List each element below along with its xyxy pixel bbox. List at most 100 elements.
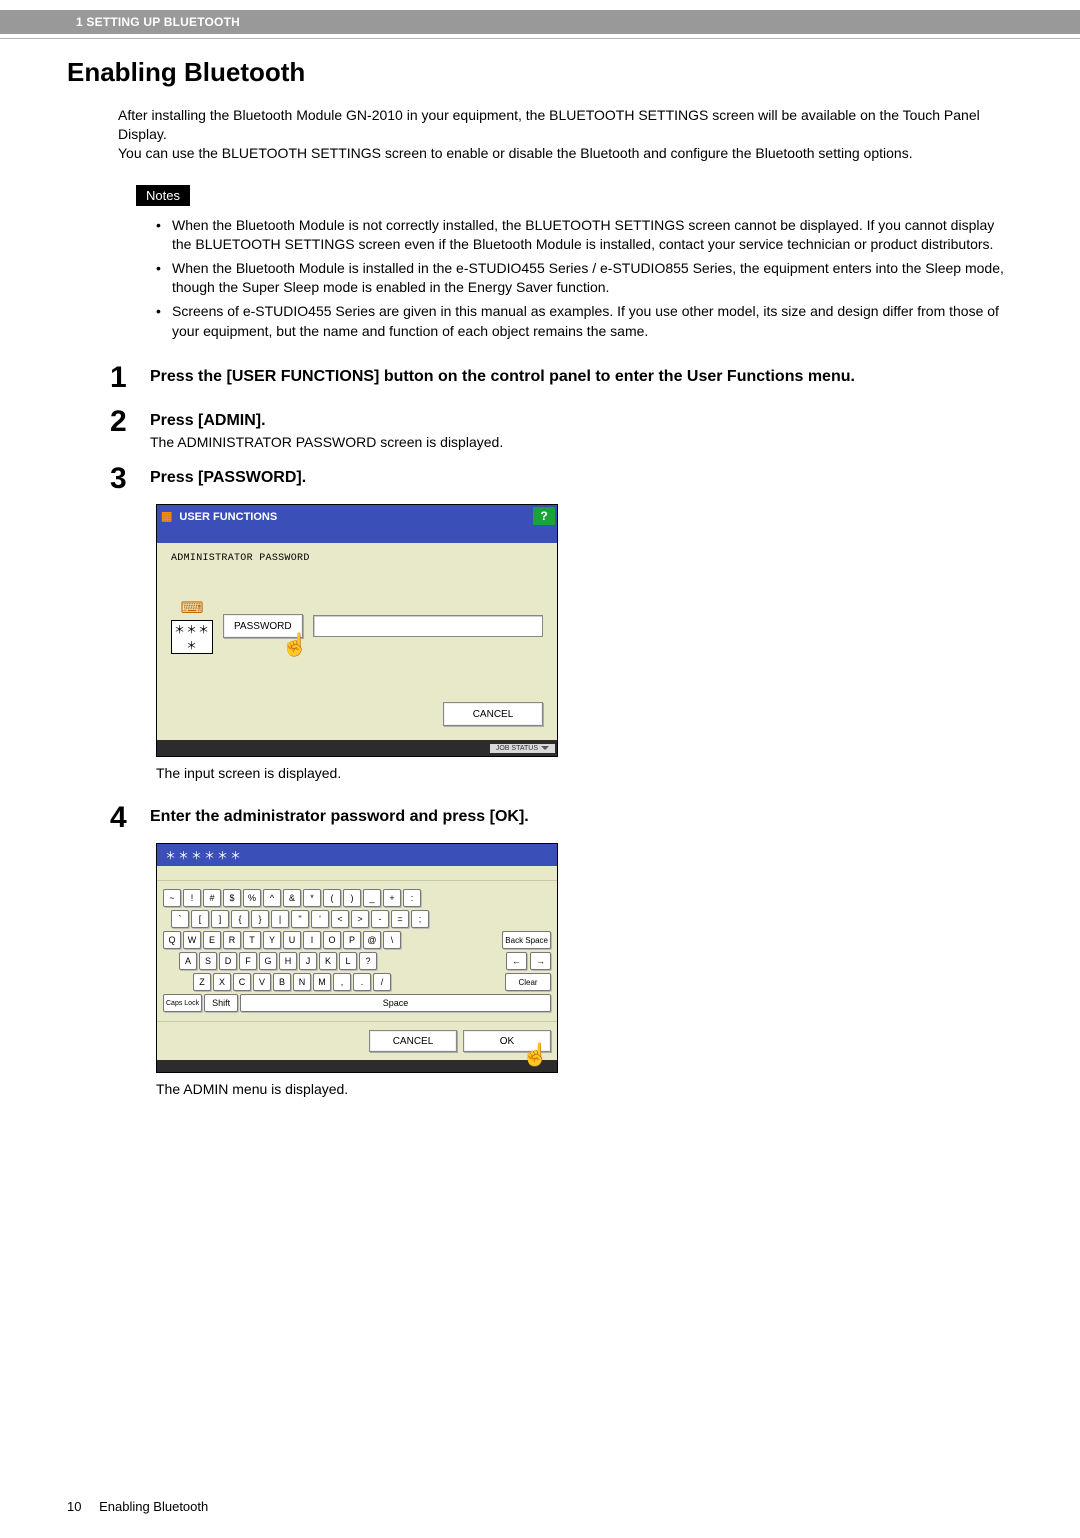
screen2-bottom-bar: CANCEL OK ☝ — [157, 1021, 557, 1060]
intro-text: After installing the Bluetooth Module GN… — [118, 106, 1012, 163]
key[interactable]: ` — [171, 910, 189, 928]
key-p[interactable]: P — [343, 931, 361, 949]
key-n[interactable]: N — [293, 973, 311, 991]
key-a[interactable]: A — [179, 952, 197, 970]
key-d[interactable]: D — [219, 952, 237, 970]
key[interactable]: - — [371, 910, 389, 928]
arrow-left-key[interactable]: ← — [506, 952, 527, 970]
kb-row-qwerty-3: Z X C V B N M , . / Clear — [163, 973, 551, 991]
key-question[interactable]: ? — [359, 952, 377, 970]
arrow-right-key[interactable]: → — [530, 952, 551, 970]
key-l[interactable]: L — [339, 952, 357, 970]
key[interactable]: # — [203, 889, 221, 907]
key-f[interactable]: F — [239, 952, 257, 970]
key-m[interactable]: M — [313, 973, 331, 991]
key[interactable]: : — [403, 889, 421, 907]
template-icon: ▦ — [161, 509, 172, 523]
key-g[interactable]: G — [259, 952, 277, 970]
key[interactable]: ~ — [163, 889, 181, 907]
step-title: Press [ADMIN]. — [150, 411, 1012, 432]
key[interactable]: > — [351, 910, 369, 928]
key-b[interactable]: B — [273, 973, 291, 991]
keyboard-icon: ⌨ — [171, 598, 213, 618]
kb-row-qwerty-2: A S D F G H J K L ? ← → — [163, 952, 551, 970]
key[interactable]: ( — [323, 889, 341, 907]
key-period[interactable]: . — [353, 973, 371, 991]
key[interactable]: ; — [411, 910, 429, 928]
key[interactable]: } — [251, 910, 269, 928]
key-comma[interactable]: , — [333, 973, 351, 991]
key-j[interactable]: J — [299, 952, 317, 970]
key-t[interactable]: T — [243, 931, 261, 949]
help-button[interactable]: ? — [533, 507, 555, 525]
key-q[interactable]: Q — [163, 931, 181, 949]
screen2-titlebar: ＊＊＊＊＊＊ — [157, 844, 557, 866]
key-o[interactable]: O — [323, 931, 341, 949]
key-slash[interactable]: / — [373, 973, 391, 991]
key[interactable]: ! — [183, 889, 201, 907]
key[interactable]: " — [291, 910, 309, 928]
step-4: 4 Enter the administrator password and p… — [110, 803, 1012, 833]
keyboard-icon-group: ⌨ ＊＊＊＊ — [171, 598, 213, 654]
capslock-key[interactable]: Caps Lock — [163, 994, 202, 1012]
step-title: Press the [USER FUNCTIONS] button on the… — [150, 367, 1012, 388]
key-i[interactable]: I — [303, 931, 321, 949]
key-y[interactable]: Y — [263, 931, 281, 949]
chevron-down-icon — [541, 746, 549, 750]
screen2-subbar — [157, 866, 557, 881]
key[interactable]: & — [283, 889, 301, 907]
key-r[interactable]: R — [223, 931, 241, 949]
screen1-subbar — [157, 527, 557, 543]
job-status-button[interactable]: JOB STATUS — [490, 744, 555, 753]
page-number: 10 — [67, 1499, 81, 1514]
key[interactable]: ' — [311, 910, 329, 928]
key[interactable]: ] — [211, 910, 229, 928]
key-u[interactable]: U — [283, 931, 301, 949]
intro-line-2: You can use the BLUETOOTH SETTINGS scree… — [118, 144, 1012, 163]
key[interactable]: ^ — [263, 889, 281, 907]
key[interactable]: = — [391, 910, 409, 928]
key[interactable]: | — [271, 910, 289, 928]
notes-list: When the Bluetooth Module is not correct… — [156, 216, 1012, 342]
key[interactable]: [ — [191, 910, 209, 928]
password-prompt-screen: ▦ USER FUNCTIONS ? ADMINISTRATOR PASSWOR… — [156, 504, 558, 757]
step-number: 3 — [110, 464, 150, 494]
key-c[interactable]: C — [233, 973, 251, 991]
cursor-hand-icon: ☝ — [281, 632, 308, 658]
key[interactable]: $ — [223, 889, 241, 907]
key[interactable]: % — [243, 889, 261, 907]
shift-key[interactable]: Shift — [204, 994, 238, 1012]
password-field[interactable] — [313, 615, 543, 637]
clear-key[interactable]: Clear — [505, 973, 551, 991]
cancel-button[interactable]: CANCEL — [369, 1030, 457, 1052]
screen1-titlebar: ▦ USER FUNCTIONS ? — [157, 505, 557, 527]
note-item: Screens of e-STUDIO455 Series are given … — [156, 302, 1012, 341]
cancel-button[interactable]: CANCEL — [443, 702, 543, 726]
key-e[interactable]: E — [203, 931, 221, 949]
key-h[interactable]: H — [279, 952, 297, 970]
step-3: 3 Press [PASSWORD]. — [110, 464, 1012, 494]
key-backslash[interactable]: \ — [383, 931, 401, 949]
key-k[interactable]: K — [319, 952, 337, 970]
intro-line-1: After installing the Bluetooth Module GN… — [118, 106, 1012, 144]
key[interactable]: + — [383, 889, 401, 907]
screen1-title: USER FUNCTIONS — [179, 511, 277, 523]
key-x[interactable]: X — [213, 973, 231, 991]
screen1-statusbar: JOB STATUS — [157, 740, 557, 756]
screen2-statusbar — [157, 1060, 557, 1072]
cursor-hand-icon: ☝ — [522, 1042, 549, 1068]
key[interactable]: _ — [363, 889, 381, 907]
key[interactable]: ) — [343, 889, 361, 907]
key-w[interactable]: W — [183, 931, 201, 949]
key[interactable]: * — [303, 889, 321, 907]
key[interactable]: < — [331, 910, 349, 928]
key-z[interactable]: Z — [193, 973, 211, 991]
admin-password-label: ADMINISTRATOR PASSWORD — [171, 553, 543, 564]
space-key[interactable]: Space — [240, 994, 551, 1012]
job-status-label: JOB STATUS — [496, 745, 538, 752]
backspace-key[interactable]: Back Space — [502, 931, 551, 949]
key[interactable]: { — [231, 910, 249, 928]
key-at[interactable]: @ — [363, 931, 381, 949]
key-s[interactable]: S — [199, 952, 217, 970]
key-v[interactable]: V — [253, 973, 271, 991]
